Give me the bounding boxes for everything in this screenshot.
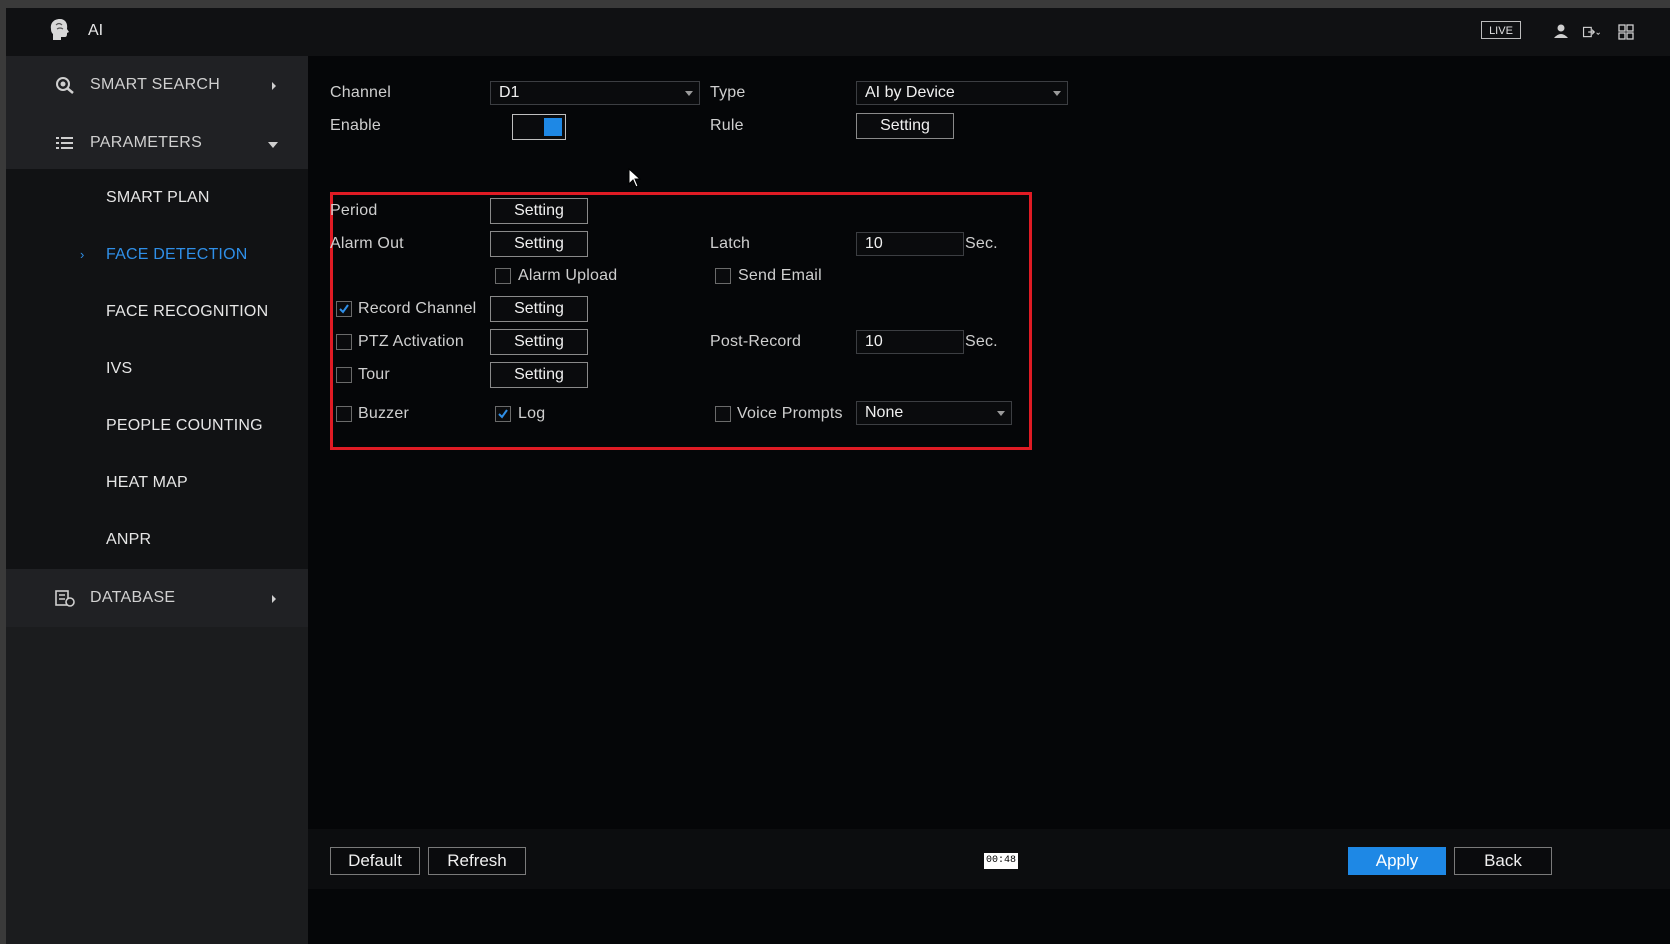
app-title: AI — [88, 22, 104, 39]
ptz-activation-checkbox[interactable] — [336, 334, 352, 350]
alarm-out-label: Alarm Out — [330, 235, 404, 252]
alarm-out-setting-button[interactable]: Setting — [490, 231, 588, 257]
enable-toggle[interactable] — [512, 114, 566, 140]
enable-label: Enable — [330, 117, 382, 134]
log-label: Log — [518, 405, 546, 422]
voice-prompts-label: Voice Prompts — [737, 405, 843, 422]
send-email-checkbox[interactable] — [715, 268, 731, 284]
record-channel-label: Record Channel — [358, 300, 477, 317]
logout-icon[interactable] — [1582, 22, 1602, 42]
refresh-button[interactable]: Refresh — [428, 847, 526, 875]
channel-select-value: D1 — [499, 84, 520, 101]
voice-prompts-select-value: None — [865, 404, 904, 421]
chevron-right-icon — [272, 595, 276, 603]
top-bar: AI LIVE — [6, 8, 1670, 56]
tour-label: Tour — [358, 366, 390, 383]
sidebar-item-smart-search[interactable]: SMART SEARCH — [6, 56, 308, 114]
tour-setting-button[interactable]: Setting — [490, 362, 588, 388]
toggle-knob — [544, 118, 562, 136]
sidebar-item-database[interactable]: DATABASE — [6, 569, 308, 627]
dropdown-arrow-icon — [1053, 91, 1061, 96]
submenu-item-ivs[interactable]: IVS — [106, 360, 132, 378]
main-content: Channel D1 Type AI by Device Enable Rule… — [308, 56, 1670, 944]
parameters-submenu: SMART PLAN › FACE DETECTION FACE RECOGNI… — [6, 169, 308, 569]
grid-icon[interactable] — [1616, 22, 1636, 42]
ptz-setting-button[interactable]: Setting — [490, 329, 588, 355]
record-channel-checkbox[interactable] — [336, 301, 352, 317]
latch-label: Latch — [710, 235, 751, 252]
dropdown-arrow-icon — [997, 411, 1005, 416]
dropdown-arrow-icon — [685, 91, 693, 96]
apply-button[interactable]: Apply — [1348, 847, 1446, 875]
log-checkbox[interactable] — [495, 406, 511, 422]
submenu-item-people-counting[interactable]: PEOPLE COUNTING — [106, 417, 263, 435]
record-channel-setting-button[interactable]: Setting — [490, 296, 588, 322]
latch-input[interactable]: 10 — [856, 232, 964, 256]
alarm-upload-checkbox[interactable] — [495, 268, 511, 284]
smart-search-icon — [56, 77, 74, 94]
bottom-bar: Default Refresh 00:48 Apply Back — [308, 829, 1670, 889]
voice-prompts-checkbox[interactable] — [715, 406, 731, 422]
sidebar: SMART SEARCH PARAMETERS SMART PLAN › FAC… — [6, 56, 308, 944]
database-icon — [55, 590, 75, 607]
sidebar-item-parameters[interactable]: PARAMETERS — [6, 114, 308, 172]
buzzer-label: Buzzer — [358, 405, 409, 422]
default-button[interactable]: Default — [330, 847, 420, 875]
type-select[interactable]: AI by Device — [856, 81, 1068, 105]
ptz-activation-label: PTZ Activation — [358, 333, 464, 350]
alarm-upload-label: Alarm Upload — [518, 267, 618, 284]
send-email-label: Send Email — [738, 267, 822, 284]
chevron-down-icon — [268, 142, 278, 148]
tour-checkbox[interactable] — [336, 367, 352, 383]
submenu-item-heat-map[interactable]: HEAT MAP — [106, 474, 188, 492]
checkmark-icon — [498, 409, 508, 419]
channel-label: Channel — [330, 84, 392, 101]
voice-prompts-select[interactable]: None — [856, 401, 1012, 425]
user-icon[interactable] — [1551, 22, 1571, 42]
checkmark-icon — [339, 304, 349, 314]
submenu-item-face-recognition[interactable]: FACE RECOGNITION — [106, 303, 268, 321]
submenu-item-face-detection[interactable]: FACE DETECTION — [106, 246, 247, 264]
video-timecode: 00:48 — [984, 853, 1018, 869]
rule-setting-button[interactable]: Setting — [856, 113, 954, 139]
post-record-unit: Sec. — [965, 333, 998, 350]
chevron-right-icon — [272, 82, 276, 90]
submenu-item-anpr[interactable]: ANPR — [106, 531, 151, 549]
buzzer-checkbox[interactable] — [336, 406, 352, 422]
period-setting-button[interactable]: Setting — [490, 198, 588, 224]
brain-head-icon — [50, 19, 69, 40]
mouse-cursor-icon — [628, 168, 642, 188]
rule-label: Rule — [710, 117, 744, 134]
post-record-input[interactable]: 10 — [856, 330, 964, 354]
period-label: Period — [330, 202, 378, 219]
post-record-label: Post-Record — [710, 333, 802, 350]
back-button[interactable]: Back — [1454, 847, 1552, 875]
submenu-item-smart-plan[interactable]: SMART PLAN — [106, 189, 210, 207]
live-button[interactable]: LIVE — [1481, 21, 1521, 39]
sidebar-label-database: DATABASE — [90, 589, 176, 606]
channel-select[interactable]: D1 — [490, 81, 700, 105]
list-icon — [56, 137, 73, 149]
sidebar-label-smart-search: SMART SEARCH — [90, 76, 221, 93]
type-label: Type — [710, 84, 746, 101]
active-marker-icon: › — [80, 247, 85, 262]
latch-unit: Sec. — [965, 235, 998, 252]
app-window: AI LIVE SMART SEARCH PARAMETERS SMART PL… — [6, 8, 1670, 944]
sidebar-label-parameters: PARAMETERS — [90, 134, 203, 151]
type-select-value: AI by Device — [865, 84, 955, 101]
